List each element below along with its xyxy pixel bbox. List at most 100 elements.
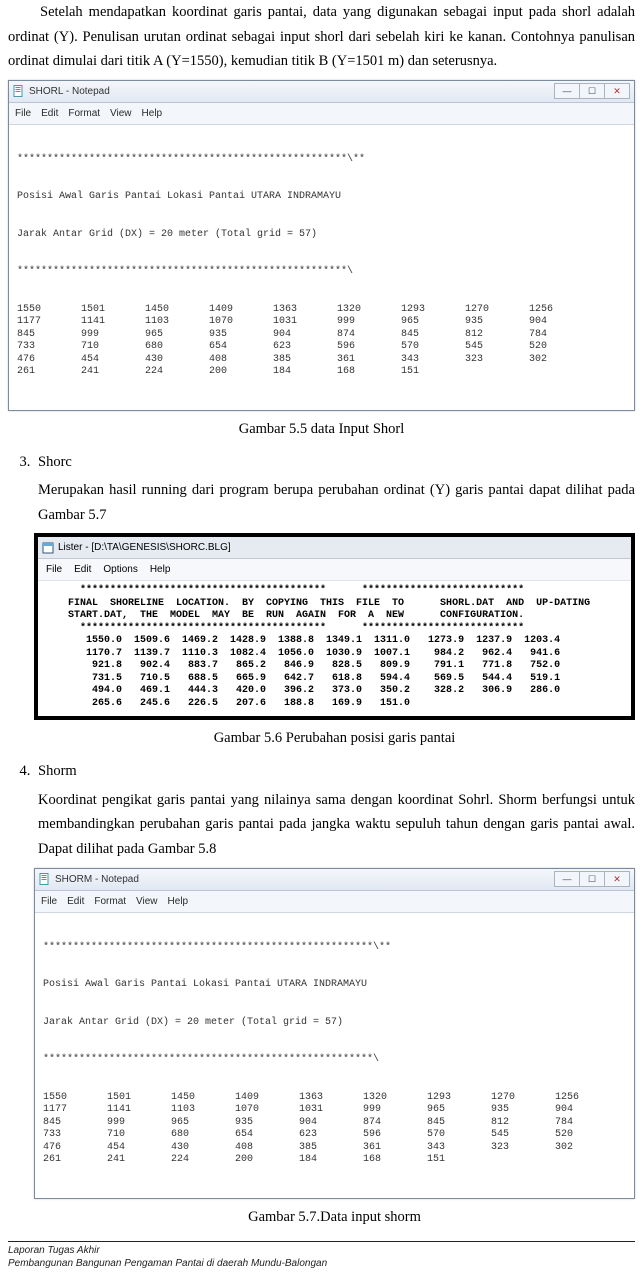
table-cell: 1070	[209, 316, 273, 329]
menu-file[interactable]: File	[15, 105, 31, 122]
window-buttons: — ☐ ✕	[555, 83, 630, 99]
table-cell: 1177	[17, 316, 81, 329]
lister-icon	[42, 542, 54, 554]
document-page: Setelah mendapatkan koordinat garis pant…	[0, 0, 643, 1278]
ordered-list: Shorc Merupakan hasil running dari progr…	[8, 450, 635, 1230]
table-cell: 302	[529, 354, 593, 367]
shorm-starline-top: ****************************************…	[43, 942, 626, 955]
shorl-header-2: Jarak Antar Grid (DX) = 20 meter (Total …	[17, 229, 626, 242]
figure-caption-5-7: Gambar 5.7.Data input shorm	[34, 1205, 635, 1230]
table-cell: 654	[209, 341, 273, 354]
table-cell: 520	[555, 1129, 619, 1142]
table-cell: 680	[145, 341, 209, 354]
table-cell: 1177	[43, 1104, 107, 1117]
list-title-shorc: Shorc	[38, 454, 72, 470]
menu-format[interactable]: Format	[94, 893, 126, 910]
table-cell: 200	[209, 366, 273, 379]
shorm-notepad-window: SHORM - Notepad — ☐ ✕ File Edit Format V…	[34, 868, 635, 1199]
menu-view[interactable]: View	[110, 105, 132, 122]
table-cell: 596	[363, 1129, 427, 1142]
table-cell: 1070	[235, 1104, 299, 1117]
shorl-menubar: File Edit Format View Help	[9, 103, 634, 125]
shorl-starline-top: ****************************************…	[17, 154, 626, 167]
footer-line-1: Laporan Tugas Akhir	[8, 1244, 635, 1257]
table-cell: 241	[107, 1154, 171, 1167]
table-row: 155015011450140913631320129312701256	[43, 1092, 626, 1105]
close-button[interactable]: ✕	[604, 871, 630, 887]
table-cell: 965	[427, 1104, 491, 1117]
table-cell: 520	[529, 341, 593, 354]
maximize-button[interactable]: ☐	[579, 871, 605, 887]
menu-help[interactable]: Help	[142, 105, 163, 122]
table-cell: 430	[171, 1142, 235, 1155]
table-cell: 454	[107, 1142, 171, 1155]
table-cell: 1141	[81, 316, 145, 329]
table-cell: 1293	[427, 1092, 491, 1105]
table-cell: 845	[427, 1117, 491, 1130]
minimize-button[interactable]: —	[554, 83, 580, 99]
table-cell: 654	[235, 1129, 299, 1142]
shorm-client-area[interactable]: ****************************************…	[35, 913, 634, 1198]
table-cell: 302	[555, 1142, 619, 1155]
menu-edit[interactable]: Edit	[41, 105, 58, 122]
table-cell: 904	[529, 316, 593, 329]
table-row: 261241224200184168151	[17, 366, 626, 379]
table-cell: 1293	[401, 304, 465, 317]
menu-file[interactable]: File	[41, 893, 57, 910]
lister-client-area[interactable]: ****************************************…	[38, 581, 631, 716]
notepad-icon	[39, 873, 51, 885]
menu-view[interactable]: View	[136, 893, 158, 910]
menu-options[interactable]: Options	[103, 561, 137, 578]
table-row: 11771141110310701031999965935904	[43, 1104, 626, 1117]
table-cell: 1320	[337, 304, 401, 317]
list-item-shorm: Shorm Koordinat pengikat garis pantai ya…	[34, 759, 635, 1229]
table-cell: 874	[363, 1117, 427, 1130]
table-cell: 545	[465, 341, 529, 354]
table-cell: 623	[273, 341, 337, 354]
table-cell: 1031	[299, 1104, 363, 1117]
table-cell: 408	[209, 354, 273, 367]
table-cell: 151	[401, 366, 465, 379]
table-row: 155015011450140913631320129312701256	[17, 304, 626, 317]
table-row: 11771141110310701031999965935904	[17, 316, 626, 329]
table-cell: 430	[145, 354, 209, 367]
table-cell: 965	[145, 329, 209, 342]
maximize-button[interactable]: ☐	[579, 83, 605, 99]
table-cell: 1409	[235, 1092, 299, 1105]
list-item-shorc: Shorc Merupakan hasil running dari progr…	[34, 450, 635, 752]
table-cell: 999	[81, 329, 145, 342]
menu-help[interactable]: Help	[150, 561, 171, 578]
lister-title-text: Lister - [D:\TA\GENESIS\SHORC.BLG]	[58, 539, 231, 556]
table-cell: 935	[465, 316, 529, 329]
table-cell: 408	[235, 1142, 299, 1155]
table-cell: 1501	[107, 1092, 171, 1105]
window-buttons: — ☐ ✕	[555, 871, 630, 887]
menu-format[interactable]: Format	[68, 105, 100, 122]
close-button[interactable]: ✕	[604, 83, 630, 99]
table-cell	[465, 366, 529, 379]
menu-help[interactable]: Help	[168, 893, 189, 910]
table-cell	[555, 1154, 619, 1167]
menu-edit[interactable]: Edit	[67, 893, 84, 910]
page-footer: Laporan Tugas Akhir Pembangunan Bangunan…	[8, 1244, 635, 1270]
minimize-button[interactable]: —	[554, 871, 580, 887]
table-cell: 812	[491, 1117, 555, 1130]
shorl-client-area[interactable]: ****************************************…	[9, 125, 634, 410]
table-cell: 1363	[273, 304, 337, 317]
table-cell: 1550	[43, 1092, 107, 1105]
table-cell: 784	[555, 1117, 619, 1130]
menu-edit[interactable]: Edit	[74, 561, 91, 578]
menu-file[interactable]: File	[46, 561, 62, 578]
table-cell: 168	[337, 366, 401, 379]
table-cell: 323	[465, 354, 529, 367]
table-cell: 323	[491, 1142, 555, 1155]
table-cell: 812	[465, 329, 529, 342]
intro-paragraph: Setelah mendapatkan koordinat garis pant…	[8, 0, 635, 74]
table-cell: 965	[401, 316, 465, 329]
table-cell: 623	[299, 1129, 363, 1142]
table-cell: 1031	[273, 316, 337, 329]
shorm-titlebar: SHORM - Notepad — ☐ ✕	[35, 869, 634, 891]
table-cell: 845	[401, 329, 465, 342]
table-cell: 845	[17, 329, 81, 342]
table-cell: 733	[17, 341, 81, 354]
